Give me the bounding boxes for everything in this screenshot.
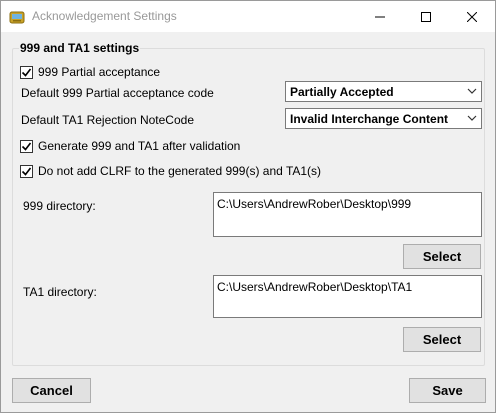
no-clrf-label: Do not add CLRF to the generated 999(s) … bbox=[38, 164, 322, 178]
maximize-button[interactable] bbox=[403, 1, 449, 32]
close-button[interactable] bbox=[449, 1, 495, 32]
save-button[interactable]: Save bbox=[409, 378, 486, 403]
settings-window: Acknowledgement Settings 999 and TA1 set… bbox=[0, 0, 496, 413]
partial-acceptance-checkbox[interactable]: 999 Partial acceptance bbox=[20, 64, 160, 80]
partial-acceptance-label: 999 Partial acceptance bbox=[38, 65, 161, 79]
dir-999-label: 999 directory: bbox=[23, 199, 96, 213]
dir-ta1-label: TA1 directory: bbox=[23, 285, 97, 299]
minimize-button[interactable] bbox=[357, 1, 403, 32]
chevron-down-icon bbox=[467, 115, 477, 121]
app-icon bbox=[9, 9, 25, 25]
cancel-button[interactable]: Cancel bbox=[12, 378, 91, 403]
maximize-icon bbox=[421, 11, 431, 22]
checkmark-icon bbox=[21, 68, 32, 77]
dir-ta1-select-button[interactable]: Select bbox=[403, 327, 481, 352]
window-title: Acknowledgement Settings bbox=[32, 9, 177, 23]
default-ta1-code-label: Default TA1 Rejection NoteCode bbox=[21, 113, 194, 127]
default-999-code-value: Partially Accepted bbox=[290, 85, 394, 99]
dir-999-field[interactable]: C:\Users\AndrewRober\Desktop\999 bbox=[213, 192, 482, 237]
checkbox-box[interactable] bbox=[20, 139, 33, 153]
default-999-code-select[interactable]: Partially Accepted bbox=[285, 81, 482, 102]
dir-ta1-field[interactable]: C:\Users\AndrewRober\Desktop\TA1 bbox=[213, 275, 482, 318]
chevron-down-icon bbox=[467, 88, 477, 94]
default-999-code-label: Default 999 Partial acceptance code bbox=[21, 86, 214, 100]
generate-after-validation-checkbox[interactable]: Generate 999 and TA1 after validation bbox=[20, 138, 240, 154]
minimize-icon bbox=[375, 16, 385, 17]
checkmark-icon bbox=[21, 142, 32, 151]
title-bar: Acknowledgement Settings bbox=[1, 1, 495, 32]
checkbox-box[interactable] bbox=[20, 164, 33, 178]
default-ta1-code-select[interactable]: Invalid Interchange Content bbox=[285, 108, 482, 129]
close-icon bbox=[467, 11, 477, 22]
no-clrf-checkbox[interactable]: Do not add CLRF to the generated 999(s) … bbox=[20, 163, 321, 179]
group-title: 999 and TA1 settings bbox=[19, 41, 141, 55]
checkbox-box[interactable] bbox=[20, 65, 33, 79]
default-ta1-code-value: Invalid Interchange Content bbox=[290, 112, 449, 126]
dir-999-select-button[interactable]: Select bbox=[403, 244, 481, 269]
generate-after-validation-label: Generate 999 and TA1 after validation bbox=[38, 139, 241, 153]
checkmark-icon bbox=[21, 167, 32, 176]
